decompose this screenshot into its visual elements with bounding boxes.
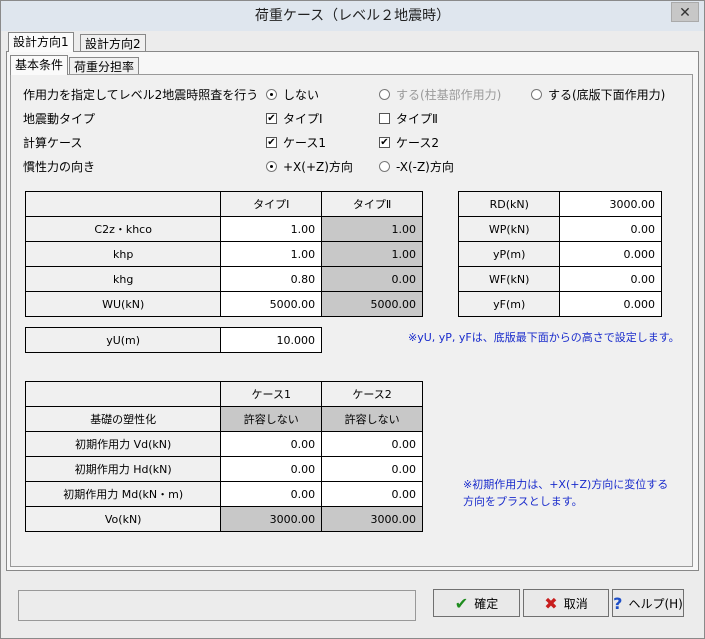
- inertia-direction-label: 慣性力の向き: [23, 160, 96, 174]
- row-label: yP(m): [457, 241, 561, 267]
- c2z-type2-cell: 1.00: [321, 216, 423, 242]
- vd-case2-cell[interactable]: 0.00: [321, 431, 423, 457]
- checkbox-case1[interactable]: ✔ ケース1: [266, 134, 326, 151]
- radio-plus-x[interactable]: +X(+Z)方向: [266, 158, 353, 175]
- checkbox-case2[interactable]: ✔ ケース2: [379, 134, 439, 151]
- vo-case1-cell: 3000.00: [220, 506, 323, 532]
- rd-cell[interactable]: 3000.00: [559, 191, 662, 217]
- yp-cell[interactable]: 0.000: [559, 241, 662, 267]
- help-button[interactable]: ? ヘルプ(H): [612, 589, 684, 617]
- wu-type2-cell: 5000.00: [321, 291, 423, 317]
- close-button[interactable]: ✕: [671, 2, 699, 22]
- row-label: WF(kN): [457, 266, 561, 292]
- ground-motion-label: 地震動タイプ: [23, 112, 96, 126]
- radio-icon: [379, 89, 390, 100]
- cancel-button[interactable]: ✖ 取消: [523, 589, 609, 617]
- row-label: WU(kN): [24, 291, 222, 317]
- row-label: yF(m): [457, 291, 561, 317]
- checkbox-checked-icon: ✔: [266, 113, 277, 124]
- weight-table: RD(kN) 3000.00 WP(kN) 0.00 yP(m) 0.000 WF(k…: [457, 191, 662, 317]
- row-label: khp: [24, 241, 222, 267]
- tab-direction-2[interactable]: 設計方向2: [80, 34, 146, 52]
- md-case1-cell[interactable]: 0.00: [220, 481, 323, 507]
- row-label: 初期作用力 Vd(kN): [24, 431, 222, 457]
- checkbox-checked-icon: ✔: [379, 137, 390, 148]
- table-header: [24, 191, 222, 217]
- x-icon: ✖: [544, 593, 558, 613]
- table-header: ケース2: [321, 381, 423, 407]
- radio-footing-bottom[interactable]: する(底版下面作用力): [531, 86, 665, 103]
- radio-selected-icon: [266, 161, 277, 172]
- yf-cell[interactable]: 0.000: [559, 291, 662, 317]
- khp-type1-cell[interactable]: 1.00: [220, 241, 323, 267]
- close-icon: ✕: [679, 5, 691, 21]
- khg-type2-cell: 0.00: [321, 266, 423, 292]
- dialog-window: 荷重ケース（レベル２地震時） ✕ 設計方向1 設計方向2 基本条件 荷重分担率 …: [0, 0, 705, 639]
- check-icon: ✔: [454, 593, 469, 613]
- khg-type1-cell[interactable]: 0.80: [220, 266, 323, 292]
- yu-table: yU(m) 10.000: [24, 327, 322, 353]
- vd-case1-cell[interactable]: 0.00: [220, 431, 323, 457]
- radio-icon: [379, 161, 390, 172]
- tab-direction-1[interactable]: 設計方向1: [8, 32, 74, 52]
- radio-none[interactable]: しない: [266, 86, 319, 103]
- row-label: C2z・khco: [24, 216, 222, 242]
- seismic-coef-table: タイプⅠ タイプⅡ C2z・khco 1.00 1.00 khp 1.00 1.…: [24, 191, 423, 317]
- case-table: ケース1 ケース2 基礎の塑性化 許容しない 許容しない 初期作用力 Vd(kN…: [24, 381, 423, 532]
- confirm-button[interactable]: ✔ 確定: [433, 589, 520, 617]
- row-label: Vo(kN): [24, 506, 222, 532]
- checkbox-type1[interactable]: ✔ タイプⅠ: [266, 110, 323, 127]
- wp-cell[interactable]: 0.00: [559, 216, 662, 242]
- row-label: RD(kN): [457, 191, 561, 217]
- tab-basic-conditions[interactable]: 基本条件: [10, 55, 69, 75]
- khp-type2-cell: 1.00: [321, 241, 423, 267]
- row-label: WP(kN): [457, 216, 561, 242]
- checkbox-type2[interactable]: タイプⅡ: [379, 110, 438, 127]
- table-header: [24, 381, 222, 407]
- checkbox-checked-icon: ✔: [266, 137, 277, 148]
- row-label: 初期作用力 Hd(kN): [24, 456, 222, 482]
- table-header: ケース1: [220, 381, 323, 407]
- wu-type1-cell[interactable]: 5000.00: [220, 291, 323, 317]
- title-bar: 荷重ケース（レベル２地震時） ✕: [1, 1, 704, 31]
- height-note: ※yU, yP, yFは、底版最下面からの高さで設定します。: [408, 331, 680, 344]
- md-case2-cell[interactable]: 0.00: [321, 481, 423, 507]
- table-header: タイプⅠ: [220, 191, 323, 217]
- c2z-type1-cell[interactable]: 1.00: [220, 216, 323, 242]
- hd-case2-cell[interactable]: 0.00: [321, 456, 423, 482]
- wf-cell[interactable]: 0.00: [559, 266, 662, 292]
- hd-case1-cell[interactable]: 0.00: [220, 456, 323, 482]
- radio-minus-x[interactable]: -X(-Z)方向: [379, 158, 454, 175]
- question-icon: ?: [613, 593, 623, 613]
- radio-selected-icon: [266, 89, 277, 100]
- radio-column-base[interactable]: する(柱基部作用力): [379, 86, 501, 103]
- row-label: 初期作用力 Md(kN・m): [24, 481, 222, 507]
- radio-icon: [531, 89, 542, 100]
- window-title: 荷重ケース（レベル２地震時）: [254, 8, 451, 24]
- yu-cell[interactable]: 10.000: [220, 327, 322, 353]
- plasticity-case2-cell[interactable]: 許容しない: [321, 406, 423, 432]
- tab-load-share[interactable]: 荷重分担率: [69, 57, 140, 75]
- status-box: [18, 590, 416, 621]
- row-label: khg: [24, 266, 222, 292]
- yu-label: yU(m): [24, 327, 222, 353]
- calc-case-label: 計算ケース: [23, 136, 83, 150]
- initial-force-note: ※初期作用力は、+X(+Z)方向に変位する 方向をプラスとします。: [463, 478, 669, 508]
- vo-case2-cell: 3000.00: [321, 506, 423, 532]
- row-label: 基礎の塑性化: [24, 406, 222, 432]
- table-header: タイプⅡ: [321, 191, 423, 217]
- plasticity-case1-cell[interactable]: 許容しない: [220, 406, 323, 432]
- checkbox-icon: [379, 113, 390, 124]
- analysis-mode-label: 作用力を指定してレベル2地震時照査を行う: [23, 88, 259, 102]
